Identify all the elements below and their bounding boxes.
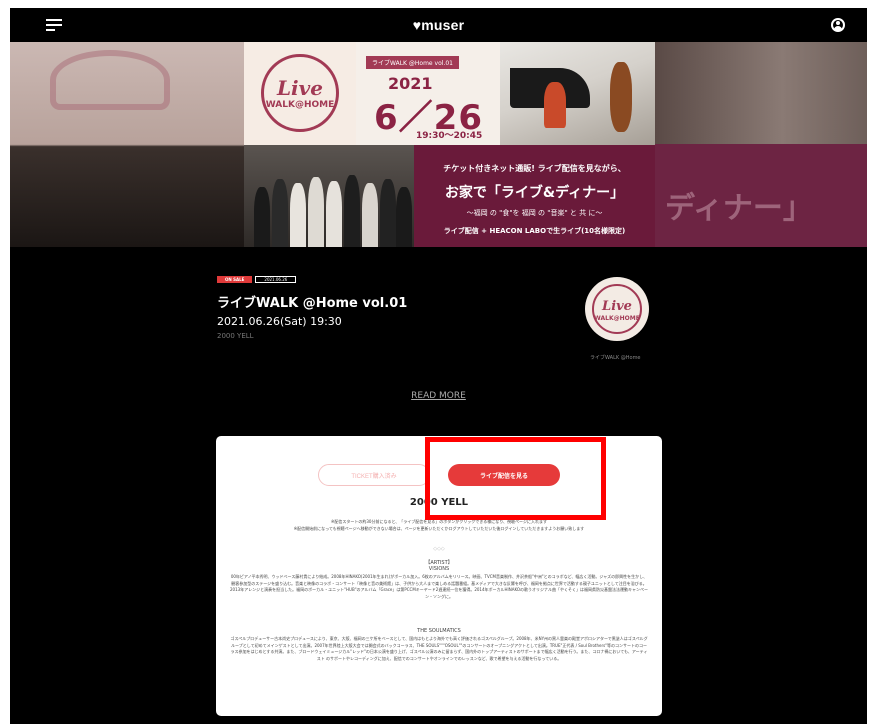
user-account-icon[interactable] [831, 18, 845, 32]
avatar-walk-text: WALK@HOME [594, 315, 640, 322]
event-logo-live: Live [276, 76, 323, 100]
choir-photo [244, 145, 414, 247]
banner-tag: ライブWALK @Home vol.01 [366, 56, 459, 69]
menu-icon[interactable] [46, 19, 62, 31]
hero-blur-right: ディナー」 [655, 42, 867, 247]
event-organizer: 2000 YELL [217, 332, 254, 340]
separator-dots: ◇◇◇ [433, 546, 445, 552]
artist-heading: 【ARTIST】 VISIONS [216, 560, 662, 572]
event-badges: ON SALE 2021.06.26 [217, 276, 297, 283]
hero-blur-left [10, 42, 244, 247]
promo-line-3: 〜福岡 の "食"を 福岡 の "音楽" と 共 に〜 [466, 209, 603, 217]
notice-line-1: ※配信スタートの約30分前になると、「ライブ配信を見る」のボタンがクリックできる… [331, 519, 547, 524]
watch-live-button[interactable]: ライブ配信を見る [448, 464, 560, 486]
promo-line-1: チケット付きネット通販! ライブ配信を見ながら、 [443, 164, 626, 173]
top-bar: ♥muser [10, 8, 867, 42]
event-logo-walk: WALK@HOME [265, 100, 335, 110]
hero-banner: ディナー」 Live WALK@HOME ライブWALK @Home vol.0… [10, 42, 867, 247]
promo-panel: チケット付きネット通販! ライブ配信を見ながら、 お家で「ライブ&ディナー」 〜… [414, 145, 655, 247]
soulmatics-description: ゴスペルプロデューサー古本尚史プロデュースにより、東京、大阪、福岡の三ケ所をベー… [230, 636, 648, 661]
muser-logo[interactable]: ♥muser [413, 17, 465, 33]
avatar-caption: ライブWALK @Home [590, 355, 641, 361]
hero-side-text: ディナー」 [665, 191, 813, 226]
artist-name: VISIONS [428, 566, 450, 572]
duo-photo [500, 42, 655, 145]
event-datetime: 2021.06.26(Sat) 19:30 [217, 315, 342, 328]
card-title: 2000 YELL [409, 497, 469, 508]
date-badge: 2021.06.26 [255, 276, 297, 283]
notice-line-2: ※配信開始前になっても視聴ページへ移動ができない場合は、ページを更新いただくかロ… [293, 526, 585, 531]
promo-line-2: お家で「ライブ&ディナー」 [444, 185, 625, 201]
soulmatics-heading: THE SOULMATICS [417, 628, 461, 634]
on-sale-badge: ON SALE [217, 276, 253, 283]
promo-line-4: ライブ配信 + HEACON LABOで生ライブ(10名様限定) [443, 227, 626, 235]
read-more-link[interactable]: READ MORE [0, 391, 877, 401]
avatar-live-text: Live [602, 299, 632, 314]
ticket-card: TICKET購入済み ライブ配信を見る 2000 YELL ※配信スタートの約3… [216, 436, 662, 716]
banner-date-block: ライブWALK @Home vol.01 2021 6／26土 19:30〜20… [356, 42, 500, 174]
ticket-purchased-button[interactable]: TICKET購入済み [318, 464, 430, 486]
event-avatar[interactable]: Live WALK@HOME [585, 277, 649, 341]
event-title: ライブWALK @Home vol.01 [217, 296, 408, 311]
event-banner-image: Live WALK@HOME ライブWALK @Home vol.01 2021… [244, 42, 655, 247]
banner-time: 19:30〜20:45 [416, 131, 483, 141]
artist-description: 00年ピアノ平本秀明、ウッドベース藤村貴により結成。2008年HINAKO(20… [230, 574, 648, 599]
notice-text: ※配信スタートの約30分前になると、「ライブ配信を見る」のボタンがクリックできる… [226, 518, 652, 532]
event-logo: Live WALK@HOME [244, 42, 356, 145]
